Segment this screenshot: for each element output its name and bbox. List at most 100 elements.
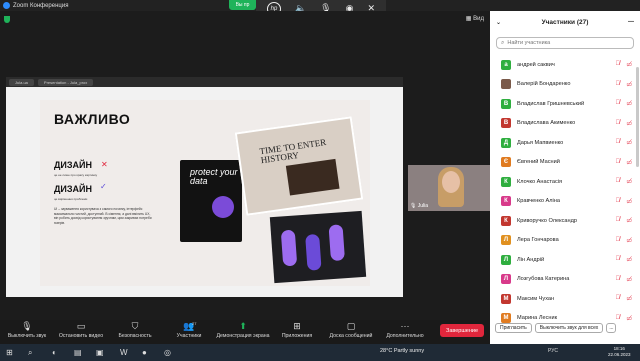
folder-icon[interactable]: ▤ bbox=[74, 348, 82, 357]
video-off-icon[interactable]: ▭̸ bbox=[626, 198, 632, 205]
muted-mic-icon[interactable]: 🎙̸ bbox=[616, 315, 621, 321]
word-icon[interactable]: W bbox=[120, 348, 128, 357]
panel-title: Участники (27) bbox=[541, 18, 589, 26]
participant-row[interactable]: Л Лін Андрій 🎙̸ ▭̸ bbox=[490, 250, 640, 270]
muted-mic-icon[interactable]: 🎙̸ bbox=[616, 81, 621, 87]
apps-button[interactable]: ⊞ Приложения bbox=[270, 320, 324, 339]
video-off-icon[interactable]: ▭̸ bbox=[626, 139, 632, 146]
chrome-icon[interactable]: ◎ bbox=[164, 348, 171, 357]
muted-mic-icon[interactable]: 🎙̸ bbox=[616, 178, 621, 184]
muted-mic-icon[interactable]: 🎙̸ bbox=[616, 276, 621, 282]
panel-header: ⌄ Участники (27) — bbox=[490, 11, 640, 33]
participant-row[interactable]: Л Лозгубова Катерина 🎙̸ ▭̸ bbox=[490, 270, 640, 290]
stop-video-button[interactable]: ▭ Остановить видео bbox=[54, 320, 108, 339]
video-off-icon[interactable]: ▭̸ bbox=[626, 178, 632, 185]
slide-paragraph: UI – зауваження користувача з самого поч… bbox=[54, 207, 152, 225]
share-screen-button[interactable]: ⬆ Демонстрация экрана bbox=[216, 320, 270, 339]
participant-row[interactable]: а андрей саквич 🎙̸ ▭̸ bbox=[490, 55, 640, 75]
participant-row[interactable]: Валерій Бондаренко 🎙̸ ▭̸ bbox=[490, 75, 640, 95]
slide-title: ВАЖЛИВО bbox=[54, 111, 131, 127]
video-off-icon[interactable]: ▭̸ bbox=[626, 100, 632, 107]
participant-row[interactable]: В Владислава Акименко 🎙̸ ▭̸ bbox=[490, 114, 640, 134]
edge-icon[interactable]: ◐ bbox=[52, 348, 57, 357]
muted-mic-icon[interactable]: 🎙̸ bbox=[616, 139, 621, 145]
browser-tab[interactable]: Presentation - Jula_prox bbox=[37, 78, 94, 86]
view-button[interactable]: ▦ Вид bbox=[466, 15, 484, 22]
system-clock[interactable]: 18:16 22.06.2023 bbox=[608, 346, 631, 358]
participant-row[interactable]: В Владислав Гришневський 🎙̸ ▭̸ bbox=[490, 94, 640, 114]
participant-row[interactable]: К Криворучко Олександр 🎙̸ ▭̸ bbox=[490, 211, 640, 231]
participant-list: а андрей саквич 🎙̸ ▭̸ Валерій Бондаренко 🎙̸ ▭̸… bbox=[490, 55, 640, 328]
avatar: а bbox=[501, 59, 511, 70]
more-icon: ··· bbox=[400, 321, 410, 331]
participant-row[interactable]: Л Лера Гончарова 🎙̸ ▭̸ bbox=[490, 231, 640, 251]
muted-mic-icon[interactable]: 🎙̸ bbox=[616, 256, 621, 262]
language-indicator[interactable]: РУС bbox=[548, 348, 558, 354]
participant-name: Владислав Гришневський bbox=[517, 100, 585, 107]
windows-start-icon[interactable]: ⊞ bbox=[6, 348, 13, 357]
video-off-icon[interactable]: ▭̸ bbox=[626, 295, 632, 302]
search-taskbar-icon[interactable]: ⌕ bbox=[28, 348, 32, 358]
share-screen-icon: ⬆ bbox=[239, 321, 247, 331]
browser-tab[interactable]: Jula.ua bbox=[9, 78, 34, 86]
mute-all-button[interactable]: Выключить звук для всех bbox=[534, 323, 604, 333]
search-input[interactable] bbox=[507, 40, 628, 46]
participant-row[interactable]: М Максим Чухан 🎙̸ ▭̸ bbox=[490, 289, 640, 309]
video-off-icon[interactable]: ▭̸ bbox=[626, 120, 632, 127]
design-card-history: TIME TO ENTER HISTORY bbox=[234, 116, 364, 216]
mute-button[interactable]: 🎙 Выключить звук bbox=[0, 320, 54, 339]
participant-name: Лозгубова Катерина bbox=[517, 276, 570, 283]
video-off-icon[interactable]: ▭̸ bbox=[626, 81, 632, 88]
search-icon: ⌕ bbox=[501, 39, 505, 46]
chevron-down-icon[interactable]: ⌄ bbox=[496, 19, 501, 26]
avatar: В bbox=[501, 118, 511, 129]
muted-mic-icon[interactable]: 🎙̸ bbox=[616, 295, 621, 301]
participant-row[interactable]: К Кравченко Аліна 🎙̸ ▭̸ bbox=[490, 192, 640, 212]
video-off-icon[interactable]: ▭̸ bbox=[626, 159, 632, 166]
participant-row[interactable]: К Клочко Анастасія 🎙̸ ▭̸ bbox=[490, 172, 640, 192]
shield-icon: ⛉ bbox=[131, 321, 139, 331]
video-off-icon[interactable]: ▭̸ bbox=[626, 237, 632, 244]
muted-mic-icon[interactable]: 🎙̸ bbox=[616, 120, 621, 126]
participant-row[interactable]: Д Дарья Мапвиенко 🎙̸ ▭̸ bbox=[490, 133, 640, 153]
participants-button[interactable]: 👥 27 Участники bbox=[162, 320, 216, 339]
security-shield-icon bbox=[4, 16, 10, 23]
participants-panel: ⌄ Участники (27) — ⌕ аандрей саквич🎙̸▭̸В… bbox=[490, 11, 640, 344]
muted-mic-icon[interactable]: 🎙̸ bbox=[616, 100, 621, 106]
end-meeting-button[interactable]: Завершение bbox=[440, 324, 484, 337]
recording-indicator[interactable]: Вы пр bbox=[229, 0, 256, 10]
muted-mic-icon[interactable]: 🎙̸ bbox=[616, 198, 621, 204]
participant-row[interactable]: Є Євгений Масний 🎙̸ ▭̸ bbox=[490, 153, 640, 173]
video-off-icon[interactable]: ▭̸ bbox=[626, 217, 632, 224]
more-button[interactable]: ··· Дополнительно bbox=[378, 320, 432, 339]
muted-mic-icon[interactable]: 🎙̸ bbox=[616, 217, 621, 223]
zoom-logo-icon bbox=[3, 2, 10, 9]
security-button[interactable]: ⛉ Безопасность bbox=[108, 320, 162, 339]
weather-widget[interactable]: 28°C Partly sunny bbox=[380, 348, 424, 354]
meeting-toolbar: 🎙 Выключить звук ▭ Остановить видео ⛉ Безоп… bbox=[0, 320, 490, 344]
video-off-icon[interactable]: ▭̸ bbox=[626, 61, 632, 68]
participant-name: Криворучко Олександр bbox=[517, 217, 577, 224]
cross-icon: ✕ bbox=[101, 160, 108, 169]
presentation-slide: ВАЖЛИВО ДИЗАЙН ✕ це не лише про красу ка… bbox=[40, 100, 370, 286]
avatar: Л bbox=[501, 235, 511, 246]
zoom-taskbar-icon[interactable]: ● bbox=[142, 348, 147, 357]
store-icon[interactable]: ▣ bbox=[96, 348, 104, 357]
participant-name: Валерій Бондаренко bbox=[517, 81, 571, 88]
more-options-button[interactable]: ... bbox=[606, 323, 617, 333]
muted-mic-icon[interactable]: 🎙̸ bbox=[616, 159, 621, 165]
participant-search[interactable]: ⌕ bbox=[496, 37, 634, 49]
phone-shape bbox=[305, 233, 322, 271]
chat-button[interactable]: ▢ Доска сообщений bbox=[324, 320, 378, 339]
video-off-icon[interactable]: ▭̸ bbox=[626, 276, 632, 283]
participant-video[interactable]: 🎙 Julia bbox=[408, 165, 490, 211]
invite-button[interactable]: Пригласить bbox=[495, 323, 532, 333]
panel-scrollbar[interactable] bbox=[636, 67, 639, 167]
muted-mic-icon[interactable]: 🎙̸ bbox=[616, 237, 621, 243]
avatar: Д bbox=[501, 137, 511, 148]
avatar: Л bbox=[501, 274, 511, 285]
minimize-panel-icon[interactable]: — bbox=[628, 19, 634, 25]
view-label: Вид bbox=[473, 16, 484, 22]
muted-mic-icon[interactable]: 🎙̸ bbox=[616, 61, 621, 67]
video-off-icon[interactable]: ▭̸ bbox=[626, 256, 632, 263]
